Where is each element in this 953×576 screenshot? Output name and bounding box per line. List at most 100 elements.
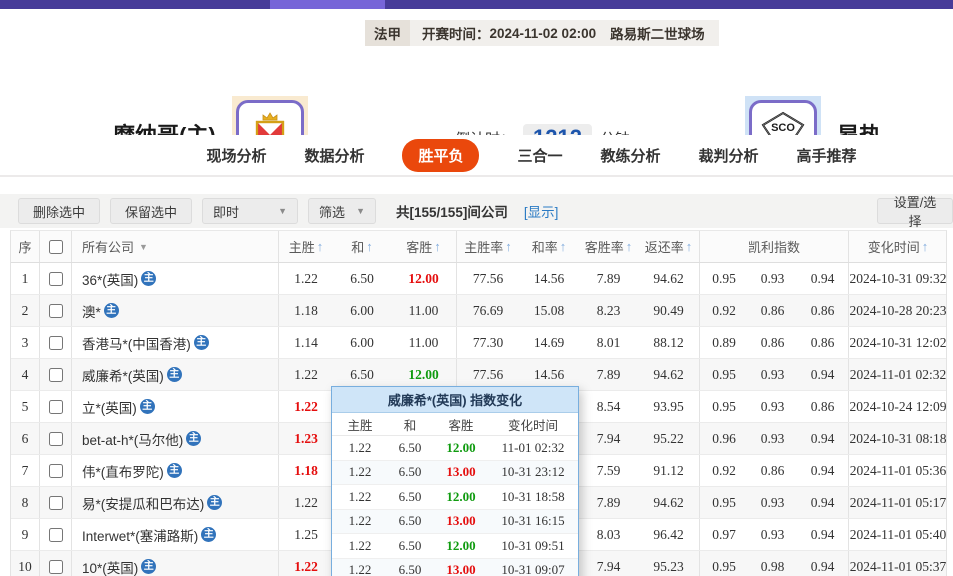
kelly-home: 0.95 bbox=[699, 487, 748, 518]
row-checkbox[interactable] bbox=[49, 432, 63, 446]
keep-selected-button[interactable]: 保留选中 bbox=[110, 198, 192, 224]
company-cell[interactable]: 澳* 主 bbox=[71, 295, 278, 326]
popup-away-odds: 12.00 bbox=[432, 485, 490, 509]
kelly-home: 0.97 bbox=[699, 519, 748, 550]
row-checkbox[interactable] bbox=[49, 560, 63, 574]
header-company-label: 所有公司 bbox=[82, 237, 134, 256]
company-name: bet-at-h*(马尔他) bbox=[82, 429, 183, 449]
company-name: 36*(英国) bbox=[82, 269, 138, 289]
header-away-win[interactable]: 客胜↑ bbox=[391, 231, 456, 262]
nav-tab[interactable]: 现场分析 bbox=[206, 145, 266, 166]
header-select-all[interactable] bbox=[39, 231, 71, 262]
popup-home-odds: 1.22 bbox=[332, 485, 388, 509]
scrollbar-thumb[interactable] bbox=[270, 0, 385, 9]
company-name: 香港马*(中国香港) bbox=[82, 333, 191, 353]
popup-row: 1.22 6.50 13.00 10-31 23:12 bbox=[332, 461, 578, 486]
analysis-nav: 现场分析 数据分析 胜平负 三合一 教练分析 裁判分析 高手推荐 bbox=[0, 135, 953, 177]
header-draw-rate[interactable]: 和率↑ bbox=[519, 231, 579, 262]
company-cell[interactable]: 伟*(直布罗陀) 主 bbox=[71, 455, 278, 486]
select-all-checkbox[interactable] bbox=[49, 240, 63, 254]
home-win-odds: 1.22 bbox=[278, 263, 333, 294]
company-cell[interactable]: 立*(英国) 主 bbox=[71, 391, 278, 422]
header-change-time[interactable]: 变化时间↑ bbox=[848, 231, 947, 262]
row-seq: 10 bbox=[11, 551, 39, 576]
company-name: 伟*(直布罗陀) bbox=[82, 461, 164, 481]
row-checkbox[interactable] bbox=[49, 400, 63, 414]
popup-draw-odds: 6.50 bbox=[388, 461, 432, 485]
svg-text:SCO: SCO bbox=[771, 122, 795, 134]
kelly-home: 0.92 bbox=[699, 295, 748, 326]
chevron-down-icon: ▼ bbox=[278, 206, 287, 216]
company-cell[interactable]: 威廉希*(英国) 主 bbox=[71, 359, 278, 390]
kelly-draw: 0.86 bbox=[748, 295, 797, 326]
company-cell[interactable]: 10*(英国) 主 bbox=[71, 551, 278, 576]
sort-up-icon: ↑ bbox=[686, 239, 693, 254]
nav-tab[interactable]: 裁判分析 bbox=[699, 145, 759, 166]
table-toolbar: 删除选中 保留选中 即时 ▼ 筛选 ▼ 共[155/155]间公司 [显示] 设… bbox=[0, 194, 953, 228]
odds-mode-select[interactable]: 即时 ▼ bbox=[202, 198, 298, 224]
header-draw[interactable]: 和↑ bbox=[333, 231, 391, 262]
company-cell[interactable]: 易*(安提瓜和巴布达) 主 bbox=[71, 487, 278, 518]
kelly-home: 0.95 bbox=[699, 551, 748, 576]
kelly-home: 0.89 bbox=[699, 327, 748, 358]
header-home-rate[interactable]: 主胜率↑ bbox=[456, 231, 519, 262]
table-header-row: 序 所有公司 ▼ 主胜↑ 和↑ 客胜↑ 主胜率↑ 和率↑ 客胜率↑ 返还率↑ 凯… bbox=[11, 231, 946, 263]
home-win-rate: 77.30 bbox=[456, 327, 519, 358]
row-checkbox[interactable] bbox=[49, 464, 63, 478]
company-cell[interactable]: Interwet*(塞浦路斯) 主 bbox=[71, 519, 278, 550]
show-link[interactable]: [显示] bbox=[524, 201, 559, 221]
company-name: 威廉希*(英国) bbox=[82, 365, 164, 385]
row-seq: 6 bbox=[11, 423, 39, 454]
home-badge-icon: 主 bbox=[186, 431, 201, 446]
payout-rate: 88.12 bbox=[638, 327, 699, 358]
settings-select-button[interactable]: 设置/选择 bbox=[877, 198, 953, 224]
filter-label: 筛选 bbox=[319, 202, 345, 221]
row-checkbox[interactable] bbox=[49, 528, 63, 542]
nav-tab[interactable]: 数据分析 bbox=[304, 145, 364, 166]
payout-rate: 94.62 bbox=[638, 359, 699, 390]
row-checkbox[interactable] bbox=[49, 496, 63, 510]
venue: 路易斯二世球场 bbox=[610, 23, 705, 43]
header-away-rate-label: 客胜率 bbox=[585, 237, 624, 256]
popup-change-time: 11-01 02:32 bbox=[490, 436, 576, 460]
kelly-away: 0.86 bbox=[797, 295, 848, 326]
payout-rate: 94.62 bbox=[638, 487, 699, 518]
row-seq: 7 bbox=[11, 455, 39, 486]
header-away-rate[interactable]: 客胜率↑ bbox=[579, 231, 638, 262]
delete-selected-button[interactable]: 删除选中 bbox=[18, 198, 100, 224]
home-win-odds: 1.18 bbox=[278, 295, 333, 326]
draw-rate: 14.56 bbox=[519, 263, 579, 294]
league-badge: 法甲 bbox=[365, 20, 410, 46]
header-payout[interactable]: 返还率↑ bbox=[638, 231, 699, 262]
sort-up-icon: ↑ bbox=[560, 239, 567, 254]
header-seq: 序 bbox=[11, 231, 39, 262]
company-cell[interactable]: 36*(英国) 主 bbox=[71, 263, 278, 294]
popup-header-home: 主胜 bbox=[332, 413, 388, 435]
home-badge-icon: 主 bbox=[201, 527, 216, 542]
popup-row: 1.22 6.50 13.00 10-31 09:07 bbox=[332, 559, 578, 576]
nav-tab[interactable]: 三合一 bbox=[517, 145, 562, 166]
filter-select[interactable]: 筛选 ▼ bbox=[308, 198, 376, 224]
row-checkbox[interactable] bbox=[49, 272, 63, 286]
row-checkbox[interactable] bbox=[49, 368, 63, 382]
horizontal-scrollbar[interactable] bbox=[0, 0, 953, 9]
row-seq: 1 bbox=[11, 263, 39, 294]
nav-tab[interactable]: 高手推荐 bbox=[797, 145, 857, 166]
nav-tab[interactable]: 胜平负 bbox=[402, 139, 479, 172]
company-cell[interactable]: bet-at-h*(马尔他) 主 bbox=[71, 423, 278, 454]
row-checkbox[interactable] bbox=[49, 336, 63, 350]
row-checkbox-cell bbox=[39, 391, 71, 422]
kelly-draw: 0.98 bbox=[748, 551, 797, 576]
company-name: 易*(安提瓜和巴布达) bbox=[82, 493, 204, 513]
header-change-time-label: 变化时间 bbox=[868, 237, 920, 256]
change-time: 2024-10-28 20:23 bbox=[848, 295, 947, 326]
company-cell[interactable]: 香港马*(中国香港) 主 bbox=[71, 327, 278, 358]
nav-tab[interactable]: 教练分析 bbox=[601, 145, 661, 166]
header-company[interactable]: 所有公司 ▼ bbox=[71, 231, 278, 262]
header-home-win[interactable]: 主胜↑ bbox=[278, 231, 333, 262]
sort-up-icon: ↑ bbox=[317, 239, 324, 254]
row-checkbox[interactable] bbox=[49, 304, 63, 318]
kelly-home: 0.95 bbox=[699, 263, 748, 294]
change-time: 2024-10-24 12:09 bbox=[848, 391, 947, 422]
header-draw-label: 和 bbox=[351, 237, 364, 256]
